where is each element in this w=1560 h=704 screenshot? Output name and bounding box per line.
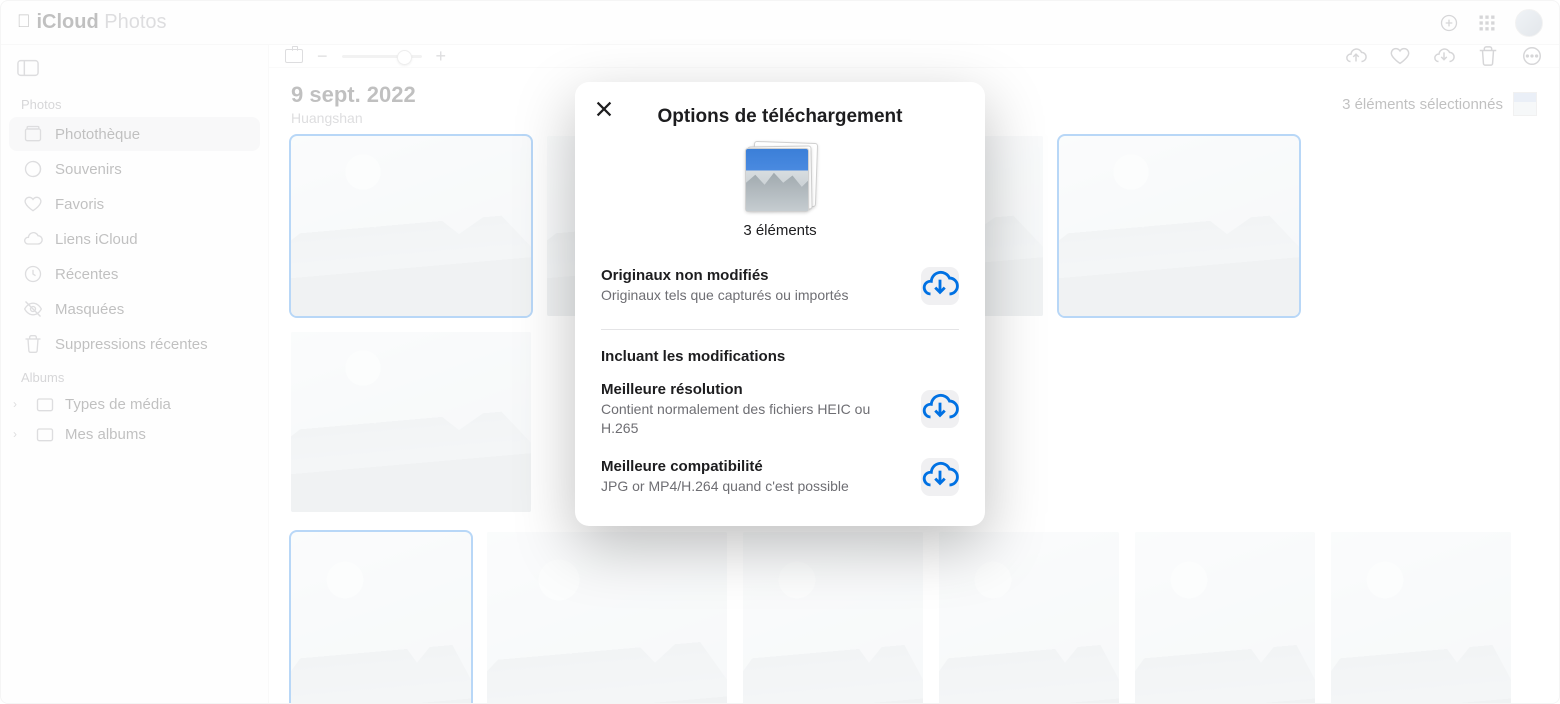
download-most-compatible-button[interactable] bbox=[921, 458, 959, 496]
close-button[interactable] bbox=[593, 98, 615, 120]
download-best-resolution-button[interactable] bbox=[921, 390, 959, 428]
download-unmodified-button[interactable] bbox=[921, 267, 959, 305]
option-most-compatible-desc: JPG or MP4/H.264 quand c'est possible bbox=[601, 477, 907, 496]
section-including-edits: Incluant les modifications bbox=[575, 344, 985, 371]
option-most-compatible-title: Meilleure compatibilité bbox=[601, 458, 907, 475]
dialog-title: Options de téléchargement bbox=[575, 100, 985, 142]
download-options-dialog: Options de téléchargement 3 éléments Ori… bbox=[575, 82, 985, 526]
option-best-resolution-title: Meilleure résolution bbox=[601, 381, 907, 398]
option-best-resolution-desc: Contient normalement des fichiers HEIC o… bbox=[601, 400, 907, 438]
item-count-label: 3 éléments bbox=[743, 222, 816, 239]
option-unmodified-title: Originaux non modifiés bbox=[601, 267, 907, 284]
option-unmodified-desc: Originaux tels que capturés ou importés bbox=[601, 286, 907, 305]
preview-thumbnail-stack bbox=[745, 142, 815, 212]
divider bbox=[601, 329, 959, 330]
